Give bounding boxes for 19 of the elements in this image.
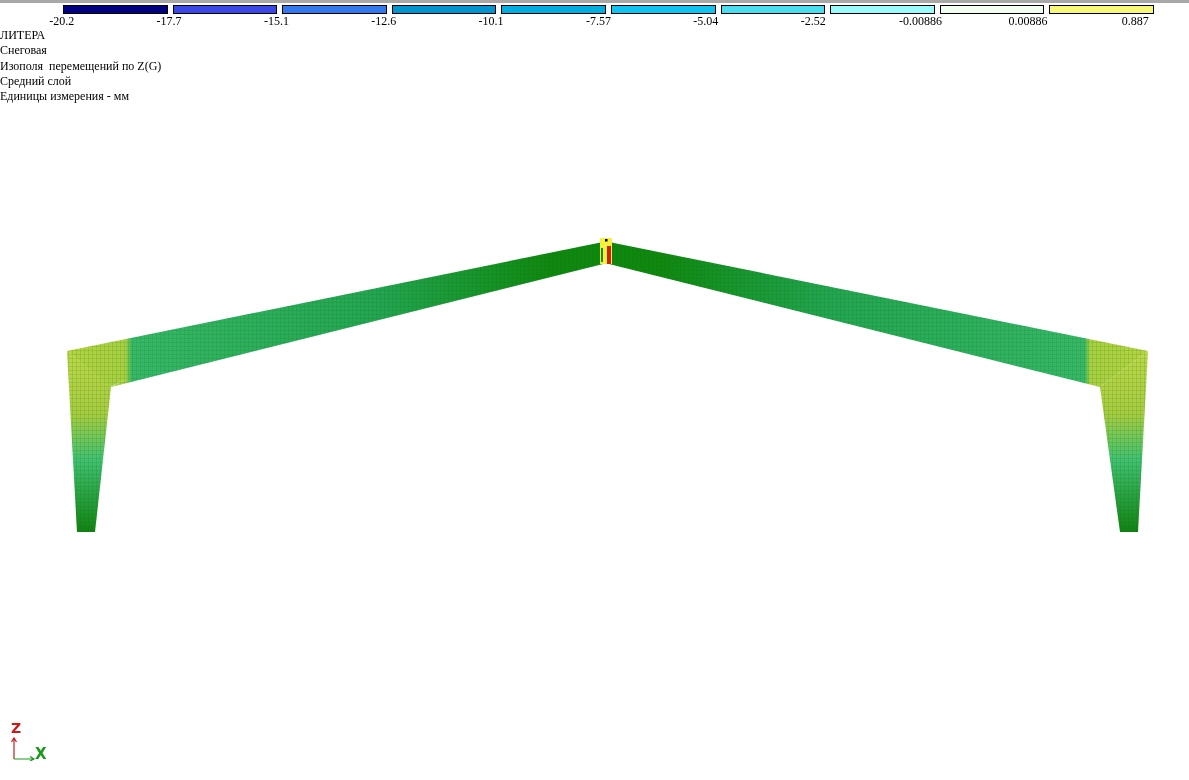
legend-value: -12.6: [371, 14, 397, 28]
axes-icon: [10, 735, 36, 762]
info-line: Средний слой: [0, 73, 72, 88]
z-axis-label: Z: [11, 720, 22, 737]
legend-value: -10.1: [478, 14, 504, 28]
info-line: Изополя перемещений по Z(G): [0, 58, 162, 73]
legend-value: 0.00886: [1008, 14, 1048, 28]
info-line: Снеговая: [0, 43, 47, 58]
legend-value: -20.2: [49, 14, 75, 28]
legend-value: -2.52: [800, 14, 826, 28]
info-line: Единицы измерения - мм: [0, 89, 129, 104]
x-axis-label: X: [35, 746, 47, 763]
legend-value: -17.7: [156, 14, 182, 28]
legend-value: -5.04: [693, 14, 719, 28]
legend-value: 0.887: [1121, 14, 1149, 28]
info-line: ЛИТЕРА: [0, 28, 46, 42]
legend-value: -0.00886: [899, 14, 943, 28]
legend-value: -15.1: [263, 14, 289, 28]
legend-value: -7.57: [585, 14, 611, 28]
